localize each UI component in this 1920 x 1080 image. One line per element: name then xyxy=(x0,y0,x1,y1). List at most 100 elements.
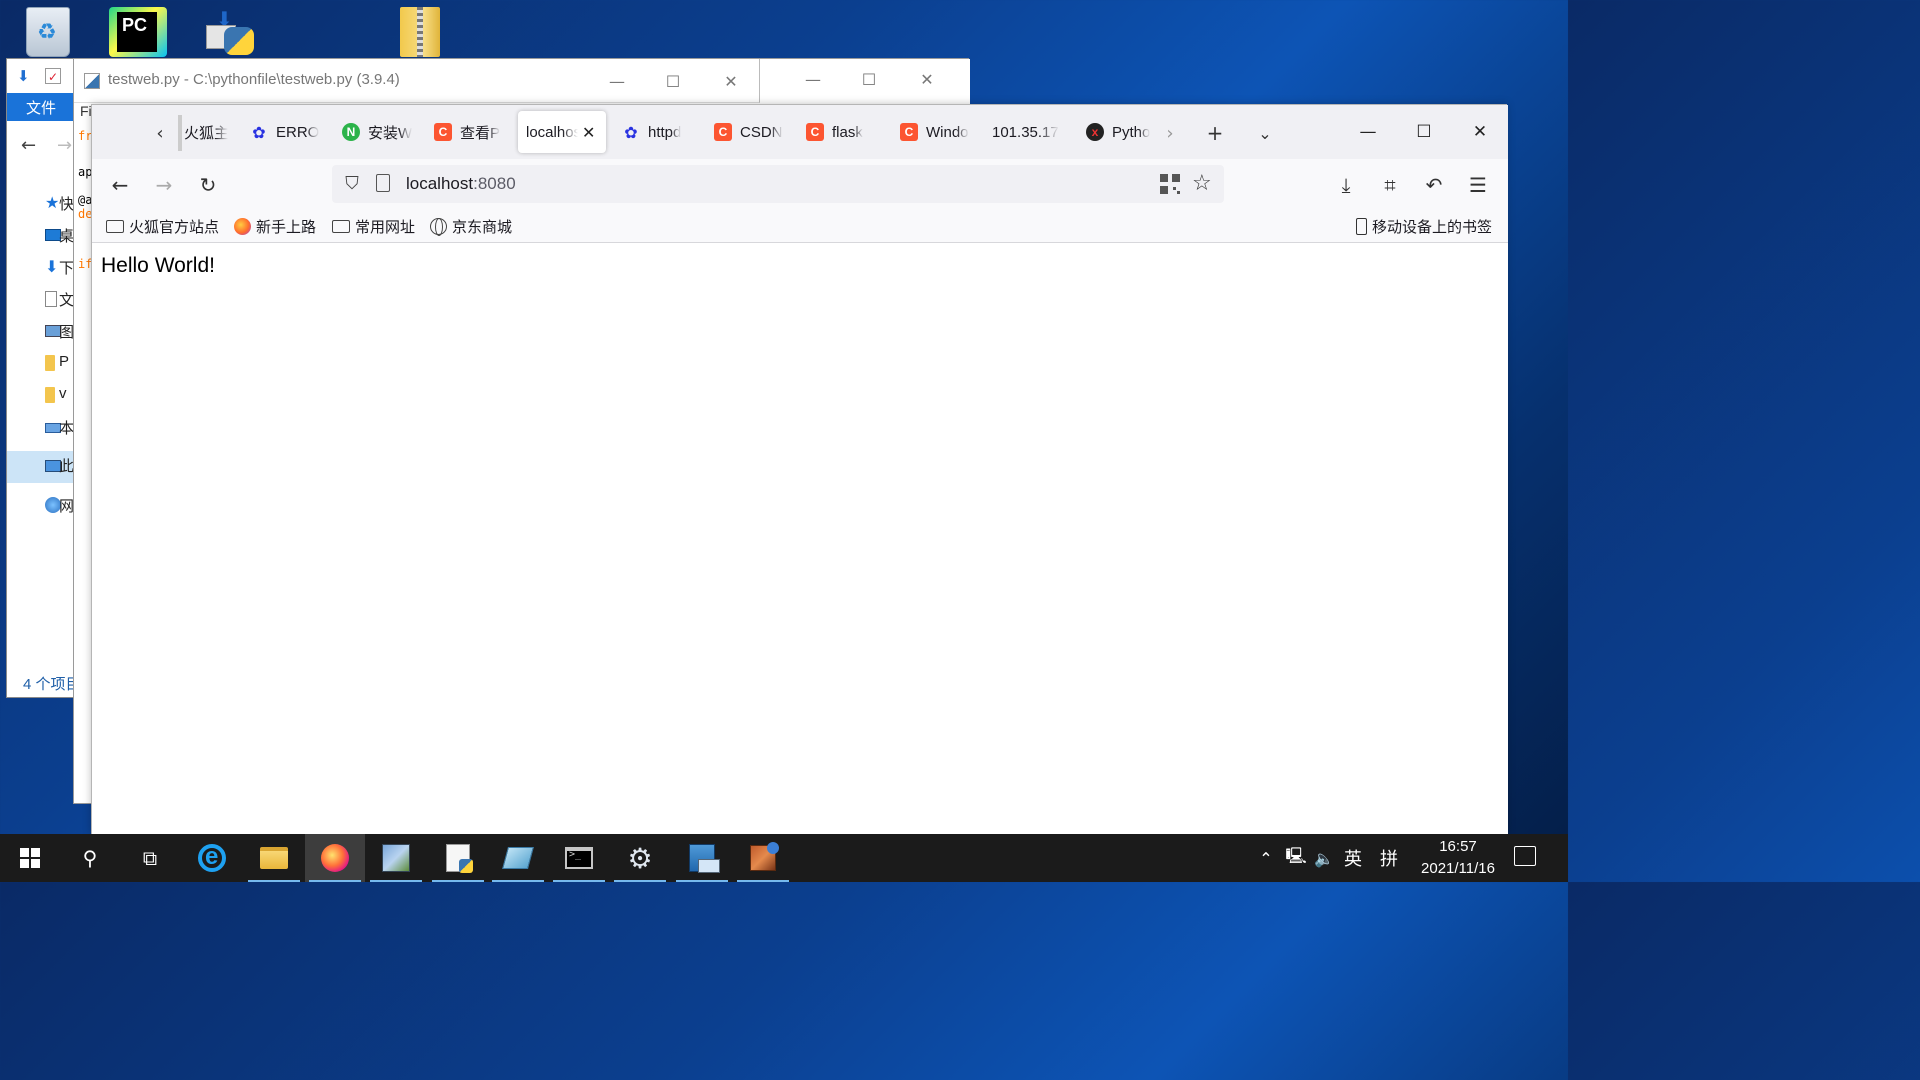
task-view-icon: ⧉ xyxy=(142,846,158,870)
download-icon[interactable]: ⬇ xyxy=(17,68,33,84)
server-icon xyxy=(689,844,720,873)
eraser-app-icon xyxy=(502,847,534,869)
zip-folder-icon[interactable] xyxy=(388,4,452,60)
close-icon[interactable]: ✕ xyxy=(898,57,956,101)
page-info-icon[interactable] xyxy=(376,174,390,192)
maximize-icon[interactable]: ☐ xyxy=(840,57,898,101)
close-tab-icon[interactable]: ✕ xyxy=(582,123,595,142)
scroll-tabs-right-icon[interactable]: › xyxy=(1156,119,1184,147)
checkbox-icon[interactable]: ✓ xyxy=(45,68,61,84)
list-all-tabs-icon[interactable]: ⌄ xyxy=(1249,117,1281,149)
bookmark-item[interactable]: 京东商城 xyxy=(430,215,512,237)
hamburger-menu-icon[interactable]: ☰ xyxy=(1462,169,1494,201)
close-icon[interactable]: ✕ xyxy=(702,59,760,103)
tab[interactable]: 火狐主 xyxy=(176,111,228,153)
idle-title-bar[interactable]: testweb.py - C:\pythonfile\testweb.py (3… xyxy=(74,59,760,103)
clock-time: 16:57 xyxy=(1439,838,1477,855)
tab[interactable]: C CSDN xyxy=(706,111,786,153)
baidu-paw-icon: ✿ xyxy=(252,122,266,142)
tab[interactable]: Cflask xyxy=(798,111,878,153)
tab[interactable]: N 安装W xyxy=(334,111,414,153)
running-indicator xyxy=(553,880,605,882)
status-bar-text: 4 个项目 xyxy=(23,676,81,693)
firefox-icon xyxy=(234,217,251,235)
tab[interactable]: C Windo xyxy=(892,111,972,153)
back-arrow-icon[interactable]: ← xyxy=(21,135,36,156)
running-indicator xyxy=(492,880,544,882)
maximize-icon[interactable]: ☐ xyxy=(644,59,702,103)
taskbar-app-eraser[interactable] xyxy=(488,834,548,882)
close-icon[interactable]: ✕ xyxy=(1452,105,1508,159)
taskbar-app-firefox[interactable] xyxy=(305,834,365,882)
folder-icon xyxy=(106,219,124,233)
reload-icon[interactable]: ↻ xyxy=(192,169,224,201)
pycharm-icon[interactable] xyxy=(106,4,170,60)
taskbar-app-ie[interactable] xyxy=(182,834,242,882)
file-tab[interactable]: 文件 xyxy=(7,93,75,121)
idle-menu-file[interactable]: Fi xyxy=(80,103,92,119)
mobile-bookmarks[interactable]: 移动设备上的书签 xyxy=(1356,215,1492,237)
bookmark-item[interactable]: 常用网址 xyxy=(332,215,415,237)
navigation-toolbar: ← → ↻ ⛉ localhost:8080 ☆ ⤓ ⌗ ↶ ☰ xyxy=(92,159,1508,209)
task-view-button[interactable]: ⧉ xyxy=(120,834,180,882)
internet-explorer-icon xyxy=(198,843,226,872)
search-button[interactable]: ⚲ xyxy=(60,834,120,882)
back-arrow-icon[interactable]: ← xyxy=(104,169,136,201)
tab[interactable]: ✿ httpd xyxy=(614,111,694,153)
url-bar[interactable]: ⛉ localhost:8080 ☆ xyxy=(332,165,1224,203)
network-icon[interactable]: 🖳 xyxy=(1284,834,1308,882)
bookmark-star-icon[interactable]: ☆ xyxy=(1192,171,1212,196)
tab[interactable]: x Pytho xyxy=(1078,111,1158,153)
bookmark-item[interactable]: 火狐官方站点 xyxy=(106,215,219,237)
clock[interactable]: 16:57 2021/11/16 xyxy=(1410,836,1506,880)
taskbar: ⚲ ⧉ ⚙ ⌃ 🖳 🔈 英 拼 16:57 2021/11/16 xyxy=(0,834,1568,882)
screenshot-crop-icon[interactable]: ⌗ xyxy=(1374,169,1406,201)
taskbar-app-explorer[interactable] xyxy=(244,834,304,882)
ime-mode[interactable]: 拼 xyxy=(1376,834,1402,882)
clock-date: 2021/11/16 xyxy=(1421,860,1495,877)
qr-code-icon[interactable] xyxy=(1160,174,1180,194)
python-idle-icon xyxy=(446,844,473,873)
forward-arrow-icon[interactable]: → xyxy=(148,169,180,201)
taskbar-app-idle[interactable] xyxy=(428,834,488,882)
bookmark-item[interactable]: 新手上路 xyxy=(234,215,316,237)
tab[interactable]: ✿ ERRO xyxy=(242,111,322,153)
tab[interactable]: 101.35.17 xyxy=(984,111,1064,153)
tab[interactable]: C 查看P xyxy=(426,111,506,153)
start-button[interactable] xyxy=(0,834,60,882)
taskbar-app-server-manager[interactable] xyxy=(366,834,426,882)
firefox-icon xyxy=(321,844,349,872)
chevron-up-icon[interactable]: ⌃ xyxy=(1254,834,1278,882)
undo-arrow-icon[interactable]: ↶ xyxy=(1418,169,1450,201)
url-port: :8080 xyxy=(473,174,516,193)
url-text[interactable]: localhost:8080 xyxy=(406,174,516,194)
recycle-bin-icon[interactable] xyxy=(16,4,80,60)
running-indicator xyxy=(432,880,484,882)
new-tab-icon[interactable]: + xyxy=(1199,117,1231,149)
tab-active[interactable]: localhost✕ xyxy=(518,111,606,153)
forward-arrow-icon[interactable]: → xyxy=(57,135,72,156)
download-icon[interactable]: ⤓ xyxy=(1330,169,1362,201)
taskbar-app-server[interactable] xyxy=(672,834,732,882)
minimize-icon[interactable]: — xyxy=(784,57,842,101)
tracking-protection-shield-icon[interactable]: ⛉ xyxy=(342,173,362,195)
file-explorer-icon xyxy=(260,847,288,869)
package-icon xyxy=(750,842,779,871)
shell-title-bar[interactable]: — ☐ ✕ xyxy=(760,59,970,105)
minimize-icon[interactable]: — xyxy=(1340,105,1396,159)
globe-icon xyxy=(430,217,447,236)
minimize-icon[interactable]: — xyxy=(588,59,646,103)
taskbar-app-settings[interactable]: ⚙ xyxy=(610,834,670,882)
notification-center-icon[interactable] xyxy=(1514,846,1536,866)
volume-icon[interactable]: 🔈 xyxy=(1312,834,1336,882)
maximize-icon[interactable]: ☐ xyxy=(1396,105,1452,159)
ime-language[interactable]: 英 xyxy=(1340,834,1366,882)
taskbar-app-box[interactable] xyxy=(733,834,793,882)
python-file-icon xyxy=(84,73,100,89)
scroll-tabs-left-icon[interactable]: ‹ xyxy=(146,119,174,147)
running-indicator xyxy=(248,880,300,882)
taskbar-app-cmd[interactable] xyxy=(549,834,609,882)
python-installer-icon[interactable]: ⬇ xyxy=(198,4,262,60)
url-host: localhost xyxy=(406,174,474,193)
folder-icon xyxy=(332,219,350,233)
